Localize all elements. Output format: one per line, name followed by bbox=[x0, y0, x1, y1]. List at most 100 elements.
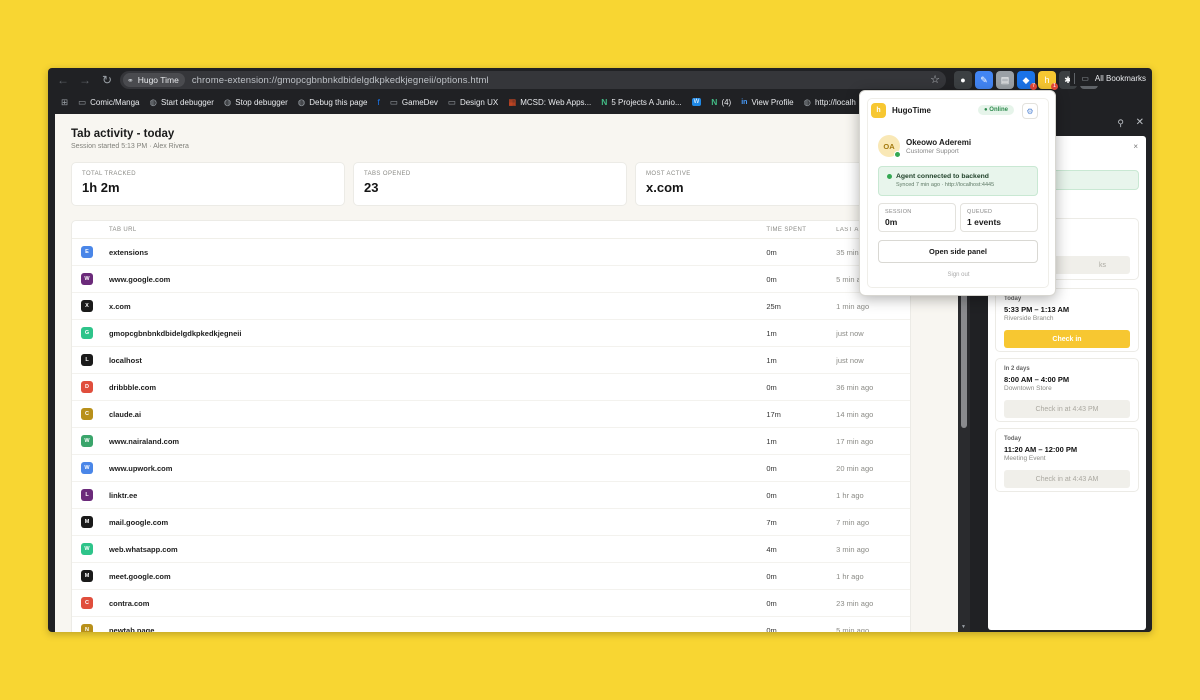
favicon-icon: M bbox=[81, 570, 93, 582]
last-active: 17 min ago bbox=[836, 436, 874, 446]
bookmark-item[interactable]: ▦ MCSD: Web Apps... bbox=[503, 94, 596, 110]
table-row[interactable]: Ccontra.com 0m 23 min ago bbox=[72, 590, 910, 617]
extension-badge: 1 bbox=[1050, 83, 1058, 90]
bookmark-item[interactable]: N (4) bbox=[706, 94, 736, 110]
table-row[interactable]: Wwww.nairaland.com 1m 17 min ago bbox=[72, 428, 910, 455]
header-tab-url[interactable]: TAB URL bbox=[109, 227, 766, 233]
tab-url: extensions bbox=[108, 247, 149, 257]
open-side-panel-button[interactable]: Open side panel bbox=[878, 240, 1038, 263]
table-row[interactable]: Ggmopcgbnbnkdbidelgdkpkedkjegneii 1m just … bbox=[72, 320, 910, 347]
tab-url: meet.google.com bbox=[108, 571, 171, 581]
shift-day: Today bbox=[1004, 296, 1022, 302]
time-spent: 17m bbox=[766, 409, 781, 419]
check-in-button[interactable]: Check in at 4:43 PM bbox=[1004, 400, 1130, 418]
favicon-icon: N bbox=[81, 624, 93, 632]
check-in-button[interactable]: Check in at 4:43 AM bbox=[1004, 470, 1130, 488]
favicon-icon: C bbox=[81, 408, 93, 420]
table-row[interactable]: Llinktr.ee 0m 1 hr ago bbox=[72, 482, 910, 509]
bookmark-label: GameDev bbox=[401, 97, 438, 107]
shift-time: 8:00 AM – 4:00 PM bbox=[1004, 375, 1070, 384]
agent-status-sub: Synced 7 min ago · http://localhost:4445 bbox=[896, 182, 995, 188]
favicon-icon: D bbox=[81, 381, 93, 393]
bookmark-item[interactable]: ◍ http://localh bbox=[799, 94, 861, 110]
sign-out-link[interactable]: Sign out bbox=[860, 272, 1057, 278]
bookmark-star-icon[interactable]: ☆ bbox=[930, 73, 940, 86]
wordpress-icon: W bbox=[691, 98, 702, 106]
reload-button[interactable]: ↻ bbox=[96, 69, 118, 91]
shift-card: Today 5:33 PM – 1:13 AM Riverside Branch… bbox=[995, 288, 1139, 352]
favicon-cell: N bbox=[72, 624, 109, 632]
table-row[interactable]: Eextensions 0m 35 min ago bbox=[72, 239, 910, 266]
table-row[interactable]: Wwww.upwork.com 0m 20 min ago bbox=[72, 455, 910, 482]
table-row[interactable]: Llocalhost 1m just now bbox=[72, 347, 910, 374]
tab-url: contra.com bbox=[108, 598, 150, 608]
ext-blue-pen-icon[interactable]: ✎ bbox=[975, 71, 993, 89]
bookmark-separator bbox=[1074, 72, 1076, 84]
header-time-spent[interactable]: TIME SPENT bbox=[766, 227, 836, 233]
tab-url: mail.google.com bbox=[108, 517, 169, 527]
microsoft-icon: ▦ bbox=[508, 96, 517, 107]
last-active: 14 min ago bbox=[836, 409, 874, 419]
shift-place: Downtown Store bbox=[1004, 385, 1052, 392]
extension-icon: ⚭ bbox=[127, 75, 134, 85]
apps-grid-icon[interactable]: ⊞ bbox=[56, 94, 73, 110]
scroll-down-icon[interactable]: ▼ bbox=[961, 624, 966, 630]
extension-glyph: h bbox=[1044, 75, 1050, 85]
site-info-chip[interactable]: ⚭ Hugo Time bbox=[123, 73, 185, 87]
time-spent: 0m bbox=[766, 382, 777, 392]
ext-dark-icon[interactable]: ● bbox=[954, 71, 972, 89]
favicon-icon: M bbox=[81, 516, 93, 528]
all-bookmarks[interactable]: ▭ All Bookmarks bbox=[1070, 70, 1146, 86]
table-row[interactable]: Xx.com 25m 1 min ago bbox=[72, 293, 910, 320]
bookmark-item[interactable]: in View Profile bbox=[736, 94, 798, 110]
linkedin-icon: in bbox=[741, 98, 748, 106]
card-label: TOTAL TRACKED bbox=[82, 171, 136, 177]
all-bookmarks-label: All Bookmarks bbox=[1094, 73, 1146, 83]
ext-hugotime-icon[interactable]: h1 bbox=[1038, 71, 1058, 90]
folder-icon: ▭ bbox=[1081, 73, 1089, 83]
favicon-icon: W bbox=[81, 543, 93, 555]
tab-activity-table: TAB URL TIME SPENT LAST A Eextensions 0m 3… bbox=[71, 220, 911, 632]
address-bar[interactable]: ⚭ Hugo Time chrome-extension://gmopcgbnb… bbox=[120, 71, 946, 89]
favicon-icon: L bbox=[81, 354, 93, 366]
table-row[interactable]: Ddribbble.com 0m 36 min ago bbox=[72, 374, 910, 401]
agent-status-title: Agent connected to backend bbox=[896, 173, 989, 180]
favicon-cell: L bbox=[72, 489, 109, 501]
user-role: Customer Support bbox=[906, 147, 959, 155]
back-button[interactable]: ← bbox=[52, 69, 74, 91]
shift-day: In 2 days bbox=[1004, 366, 1030, 372]
last-active: 1 hr ago bbox=[836, 490, 864, 500]
bookmark-item[interactable]: W bbox=[687, 94, 707, 110]
pin-icon[interactable]: ⚲ bbox=[1117, 118, 1124, 129]
bookmark-item[interactable]: ◍ Start debugger bbox=[145, 94, 219, 110]
gear-icon[interactable]: ⚙ bbox=[1022, 103, 1038, 119]
table-row[interactable]: Mmeet.google.com 0m 1 hr ago bbox=[72, 563, 910, 590]
table-row[interactable]: Nnewtab.page 0m 5 min ago bbox=[72, 617, 910, 632]
close-icon[interactable]: × bbox=[1133, 142, 1138, 151]
table-row[interactable]: Cclaude.ai 17m 14 min ago bbox=[72, 401, 910, 428]
bookmark-item[interactable]: N5 Projects A Junio... bbox=[596, 94, 686, 110]
time-spent: 7m bbox=[766, 517, 777, 527]
bookmark-item[interactable]: ▭ Comic/Manga bbox=[73, 94, 144, 110]
time-spent: 4m bbox=[766, 544, 777, 554]
check-in-button[interactable]: Check in bbox=[1004, 330, 1130, 348]
table-row[interactable]: Mmail.google.com 7m 7 min ago bbox=[72, 509, 910, 536]
extension-glyph: ▤ bbox=[1000, 74, 1010, 85]
table-row[interactable]: Wweb.whatsapp.com 4m 3 min ago bbox=[72, 536, 910, 563]
popup-header: h HugoTime bbox=[871, 103, 931, 118]
favicon-cell: C bbox=[72, 597, 109, 609]
nuxt-icon: N bbox=[711, 97, 718, 107]
url-text[interactable]: chrome-extension://gmopcgbnbnkdbidelgdkp… bbox=[192, 75, 489, 86]
bookmark-item[interactable]: ◍ Debug this page bbox=[293, 94, 373, 110]
bookmark-item[interactable]: ◍ Stop debugger bbox=[219, 94, 293, 110]
bookmark-item[interactable]: ▭ Design UX bbox=[443, 94, 503, 110]
ext-gray-doc-icon[interactable]: ▤ bbox=[996, 71, 1014, 89]
ext-blue-bug-icon[interactable]: ◆ 7 bbox=[1017, 71, 1037, 90]
forward-button[interactable]: → bbox=[74, 69, 96, 91]
bookmark-item[interactable]: ▭ GameDev bbox=[385, 94, 443, 110]
close-side-panel-icon[interactable]: ✕ bbox=[1136, 117, 1144, 128]
options-page: Tab activity - today Session started 5:1… bbox=[55, 114, 958, 632]
time-spent: 0m bbox=[766, 571, 777, 581]
table-row[interactable]: Wwww.google.com 0m 5 min ago bbox=[72, 266, 910, 293]
bookmark-item[interactable]: f bbox=[372, 94, 384, 110]
